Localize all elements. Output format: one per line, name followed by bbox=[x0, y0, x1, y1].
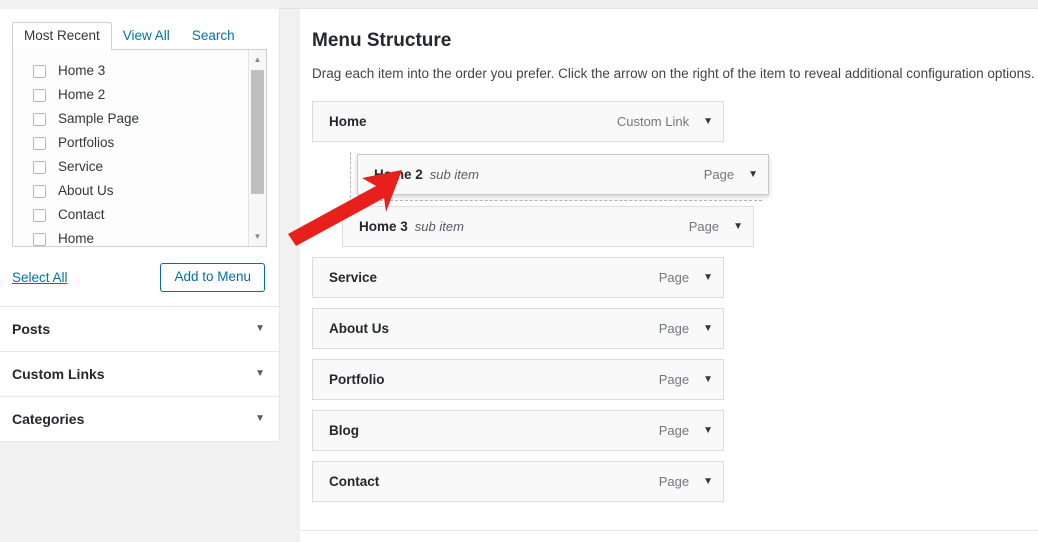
list-item[interactable]: Sample Page bbox=[13, 107, 266, 131]
checkbox[interactable] bbox=[33, 184, 46, 198]
chevron-down-icon[interactable]: ▼ bbox=[703, 476, 713, 487]
list-item[interactable]: About Us bbox=[13, 179, 266, 203]
menu-item-row[interactable]: Service Page ▼ bbox=[312, 257, 724, 298]
menu-structure-panel: Menu Structure Drag each item into the o… bbox=[300, 9, 1038, 542]
menu-item-title: Service bbox=[329, 270, 378, 285]
menu-item-title: Blog bbox=[329, 423, 359, 438]
list-item-label: Home 3 bbox=[58, 63, 106, 78]
list-item[interactable]: Home bbox=[13, 227, 266, 246]
scroll-down-icon[interactable]: ▼ bbox=[249, 228, 266, 245]
list-item-label: Home bbox=[58, 231, 95, 246]
most-recent-list[interactable]: Home 3 Home 2 Sample Page Portfolios Ser… bbox=[12, 50, 267, 247]
panel-title: Posts bbox=[12, 321, 51, 337]
menu-item-title: Home bbox=[329, 114, 367, 129]
page-description: Drag each item into the order you prefer… bbox=[312, 66, 1035, 81]
drag-drop-placeholder: Home 2 sub item Page ▼ bbox=[312, 152, 1012, 203]
chevron-down-icon[interactable]: ▼ bbox=[733, 221, 743, 232]
chevron-down-icon[interactable]: ▼ bbox=[703, 272, 713, 283]
panel-title: Custom Links bbox=[12, 366, 105, 382]
list-item-label: Sample Page bbox=[58, 111, 140, 126]
pages-panel-actions: Select All Add to Menu bbox=[12, 247, 267, 292]
scrollbar-thumb[interactable] bbox=[251, 70, 264, 194]
list-item[interactable]: Home 3 bbox=[13, 59, 266, 83]
add-to-menu-button[interactable]: Add to Menu bbox=[160, 263, 265, 292]
panel-title: Categories bbox=[12, 411, 85, 427]
panel-custom-links[interactable]: Custom Links ▼ bbox=[0, 351, 279, 396]
tab-view-all[interactable]: View All bbox=[112, 23, 181, 50]
menu-item-row[interactable]: About Us Page ▼ bbox=[312, 308, 724, 349]
chevron-down-icon[interactable]: ▼ bbox=[255, 414, 265, 424]
tab-most-recent[interactable]: Most Recent bbox=[12, 22, 112, 51]
panel-posts[interactable]: Posts ▼ bbox=[0, 306, 279, 351]
checkbox[interactable] bbox=[33, 160, 46, 174]
checkbox[interactable] bbox=[33, 88, 46, 102]
list-item-label: About Us bbox=[58, 183, 114, 198]
menu-item-row[interactable]: Blog Page ▼ bbox=[312, 410, 724, 451]
panel-categories[interactable]: Categories ▼ bbox=[0, 396, 279, 441]
menu-item-type: Page bbox=[658, 321, 690, 336]
menu-item-row[interactable]: Home Custom Link ▼ bbox=[312, 101, 724, 142]
left-column: Most Recent View All Search Home 3 Home 2 … bbox=[0, 0, 280, 542]
menu-item-row[interactable]: Home 3 sub item Page ▼ bbox=[342, 206, 754, 247]
menu-item-row[interactable]: Contact Page ▼ bbox=[312, 461, 724, 502]
chevron-down-icon[interactable]: ▼ bbox=[703, 116, 713, 127]
chevron-down-icon[interactable]: ▼ bbox=[703, 323, 713, 334]
checkbox[interactable] bbox=[33, 232, 46, 246]
menu-item-row[interactable]: Portfolio Page ▼ bbox=[312, 359, 724, 400]
menu-item-title: Portfolio bbox=[329, 372, 385, 387]
pages-panel: Most Recent View All Search Home 3 Home 2 … bbox=[0, 21, 279, 306]
menu-item-row-dragging[interactable]: Home 2 sub item Page ▼ bbox=[357, 154, 769, 195]
chevron-down-icon[interactable]: ▼ bbox=[748, 169, 758, 180]
chevron-down-icon[interactable]: ▼ bbox=[703, 374, 713, 385]
list-item[interactable]: Service bbox=[13, 155, 266, 179]
list-item-label: Service bbox=[58, 159, 104, 174]
menu-item-type: Page bbox=[658, 474, 690, 489]
checkbox[interactable] bbox=[33, 208, 46, 222]
list-scrollbar[interactable]: ▲ ▼ bbox=[248, 50, 266, 246]
bottom-divider bbox=[300, 530, 1038, 531]
column-gutter bbox=[280, 9, 300, 542]
tab-search[interactable]: Search bbox=[181, 23, 246, 50]
menu-item-sub-label: sub item bbox=[414, 219, 464, 234]
list-item-label: Contact bbox=[58, 207, 105, 222]
list-item-label: Home 2 bbox=[58, 87, 106, 102]
menu-item-type: Page bbox=[688, 219, 720, 234]
checkbox[interactable] bbox=[33, 112, 46, 126]
list-item-label: Portfolios bbox=[58, 135, 115, 150]
checkbox[interactable] bbox=[33, 64, 46, 78]
add-menu-items-accordion: Most Recent View All Search Home 3 Home 2 … bbox=[0, 9, 280, 442]
select-all-link[interactable]: Select All bbox=[12, 270, 68, 285]
menu-item-title: Home 3 bbox=[359, 219, 408, 234]
placeholder-horizontal-guide bbox=[350, 200, 762, 201]
chevron-down-icon[interactable]: ▼ bbox=[703, 425, 713, 436]
list-item[interactable]: Home 2 bbox=[13, 83, 266, 107]
menu-item-sub-label: sub item bbox=[429, 167, 479, 182]
checkbox[interactable] bbox=[33, 136, 46, 150]
menu-item-type: Custom Link bbox=[616, 114, 690, 129]
menu-item-title: Contact bbox=[329, 474, 380, 489]
list-item[interactable]: Contact bbox=[13, 203, 266, 227]
list-item[interactable]: Portfolios bbox=[13, 131, 266, 155]
chevron-down-icon[interactable]: ▼ bbox=[255, 324, 265, 334]
menu-item-type: Page bbox=[658, 372, 690, 387]
menu-item-title: Home 2 bbox=[374, 167, 423, 182]
menu-items-list: Home Custom Link ▼ Home 2 sub item Page … bbox=[312, 101, 1012, 502]
menu-item-type: Page bbox=[703, 167, 735, 182]
pages-tablist: Most Recent View All Search bbox=[12, 21, 267, 51]
page-title: Menu Structure bbox=[312, 30, 452, 51]
placeholder-vertical-guide bbox=[350, 152, 351, 198]
menu-item-type: Page bbox=[658, 270, 690, 285]
chevron-down-icon[interactable]: ▼ bbox=[255, 369, 265, 379]
menu-item-type: Page bbox=[658, 423, 690, 438]
scroll-up-icon[interactable]: ▲ bbox=[249, 51, 266, 68]
menu-item-title: About Us bbox=[329, 321, 389, 336]
